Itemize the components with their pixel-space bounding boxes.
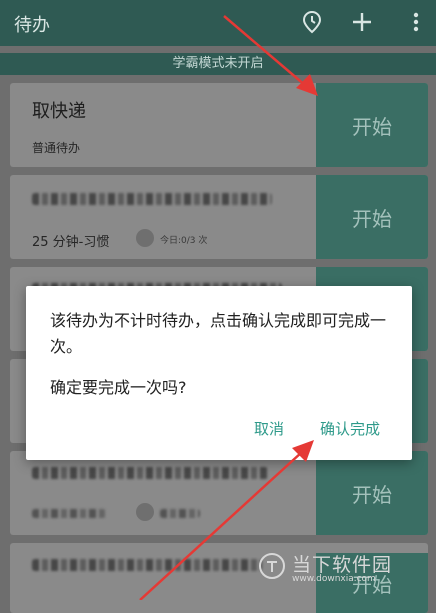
watermark-url: www.downxia.com — [292, 574, 376, 584]
watermark-name: 当下软件园 — [292, 554, 393, 576]
watermark-logo-icon — [259, 553, 285, 579]
watermark: 当下软件园 www.downxia.com — [258, 550, 418, 590]
arrow-to-start-icon — [223, 15, 307, 87]
annotation-arrows — [139, 15, 318, 600]
arrowhead-icon — [296, 74, 318, 96]
